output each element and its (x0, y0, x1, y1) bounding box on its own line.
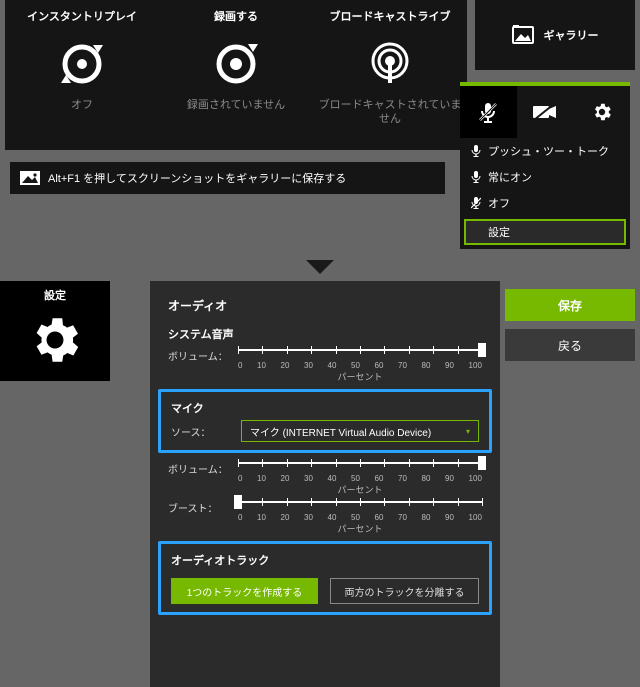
screenshot-hint[interactable]: Alt+F1 を押してスクリーンショットをギャラリーに保存する (10, 162, 445, 194)
system-volume-slider[interactable] (238, 346, 482, 360)
tile-title: ブロードキャストライブ (330, 8, 451, 24)
side-tab-camera[interactable] (517, 86, 574, 138)
mic-side-panel: プッシュ・ツー・トーク 常にオン オフ 設定 (460, 82, 630, 249)
tile-broadcast[interactable]: ブロードキャストライブ ブロードキャストされていません (313, 0, 467, 150)
slider-unit: パーセント (238, 483, 482, 496)
boost-slider[interactable] (238, 498, 482, 512)
slider-tick-labels: 0102030405060708090100 (238, 361, 482, 370)
gear-icon (26, 311, 84, 369)
mic-mode-off[interactable]: オフ (460, 190, 630, 216)
gallery-label: ギャラリー (544, 27, 599, 43)
settings-tile-label: 設定 (44, 287, 66, 303)
volume-label: ボリューム： (168, 346, 228, 363)
side-item-label: 常にオン (488, 169, 532, 185)
mic-icon (470, 145, 482, 157)
side-item-label: オフ (488, 195, 510, 211)
down-arrow-icon (306, 260, 334, 274)
source-label: ソース： (171, 424, 231, 439)
mic-source-value: マイク (INTERNET Virtual Audio Device) (250, 424, 431, 439)
mic-highlight-box: マイク ソース： マイク (INTERNET Virtual Audio Dev… (158, 389, 492, 453)
replay-icon (58, 40, 106, 88)
track-split-button[interactable]: 両方のトラックを分離する (330, 578, 479, 604)
section-title-audio: オーディオ (168, 297, 482, 314)
boost-label: ブースト： (168, 498, 228, 515)
hint-text: Alt+F1 を押してスクリーンショットをギャラリーに保存する (48, 170, 346, 186)
settings-nav-tile[interactable]: 設定 (0, 281, 110, 381)
system-sound-heading: システム音声 (168, 326, 482, 342)
mic-off-icon (470, 197, 482, 209)
track-one-button[interactable]: 1つのトラックを作成する (171, 578, 318, 604)
mic-mode-ptt[interactable]: プッシュ・ツー・トーク (460, 138, 630, 164)
volume-label: ボリューム： (168, 459, 228, 476)
audio-settings-panel: オーディオ システム音声 ボリューム： 01020304050607080901… (150, 281, 500, 687)
back-button[interactable]: 戻る (505, 329, 635, 361)
chevron-down-icon: ▾ (466, 427, 470, 436)
camera-off-icon (532, 102, 558, 122)
track-heading: オーディオトラック (171, 552, 479, 568)
mic-off-icon (476, 100, 500, 124)
tile-title: 録画する (214, 8, 258, 24)
gear-icon (591, 101, 613, 123)
mic-volume-slider[interactable] (238, 459, 482, 473)
side-settings-label: 設定 (488, 224, 510, 240)
side-tab-mic[interactable] (460, 86, 517, 138)
gallery-button[interactable]: ギャラリー (475, 0, 635, 70)
track-highlight-box: オーディオトラック 1つのトラックを作成する 両方のトラックを分離する (158, 541, 492, 615)
slider-unit: パーセント (238, 522, 482, 535)
mic-mode-always-on[interactable]: 常にオン (460, 164, 630, 190)
side-settings-item[interactable]: 設定 (464, 219, 626, 245)
tile-record[interactable]: 録画する 録画されていません (159, 0, 313, 150)
gallery-icon (512, 24, 534, 46)
mic-icon (470, 171, 482, 183)
side-tab-settings[interactable] (573, 86, 630, 138)
slider-unit: パーセント (238, 370, 482, 383)
tile-status: 録画されていません (187, 98, 285, 112)
side-item-label: プッシュ・ツー・トーク (488, 143, 609, 159)
tile-title: インスタントリプレイ (27, 8, 137, 24)
overlay-main-panel: インスタントリプレイ オフ 録画する 録画されていません ブロードキャストライブ (5, 0, 467, 150)
tile-instant-replay[interactable]: インスタントリプレイ オフ (5, 0, 159, 150)
tile-status: ブロードキャストされていません (317, 98, 463, 127)
broadcast-icon (366, 40, 414, 88)
mic-heading: マイク (171, 400, 479, 416)
save-button[interactable]: 保存 (505, 289, 635, 321)
tile-status: オフ (71, 98, 93, 112)
mic-source-select[interactable]: マイク (INTERNET Virtual Audio Device) ▾ (241, 420, 479, 442)
slider-tick-labels: 0102030405060708090100 (238, 474, 482, 483)
slider-tick-labels: 0102030405060708090100 (238, 513, 482, 522)
record-icon (212, 40, 260, 88)
picture-icon (20, 171, 40, 185)
